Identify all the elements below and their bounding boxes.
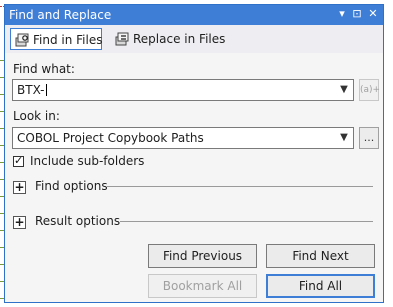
look-in-combobox[interactable]: COBOL Project Copybook Paths ▼ (12, 127, 354, 149)
dialog-title: Find and Replace (9, 8, 112, 22)
find-replace-dialog: Find and Replace ▾ ⊡ ✕ Find in Files Rep… (4, 4, 384, 303)
close-icon[interactable]: ✕ (366, 7, 380, 21)
find-next-button[interactable]: Find Next (266, 244, 375, 268)
tab-replace-in-files[interactable]: Replace in Files (111, 28, 225, 50)
find-what-value: BTX- (17, 83, 47, 97)
find-options-separator (107, 186, 373, 187)
look-in-label: Look in: (13, 109, 60, 123)
find-all-button[interactable]: Find All (266, 274, 375, 298)
include-subfolders-checkbox[interactable]: ✓ (13, 154, 24, 167)
find-options-expand-icon[interactable]: + (13, 181, 26, 194)
dock-icon[interactable]: ⊡ (350, 7, 364, 21)
chevron-down-icon[interactable]: ▼ (337, 83, 351, 97)
browse-button[interactable]: ... (359, 127, 379, 149)
dialog-content: Find what: BTX- ▼ (a)+ Look in: COBOL Pr… (5, 53, 383, 302)
checkmark-icon: ✓ (14, 154, 24, 167)
result-options-expand-icon[interactable]: + (13, 216, 26, 229)
find-previous-button[interactable]: Find Previous (148, 244, 257, 268)
tab-label: Replace in Files (133, 32, 226, 46)
tab-find-in-files[interactable]: Find in Files (10, 28, 103, 50)
bookmark-all-button[interactable]: Bookmark All (148, 274, 257, 298)
find-what-combobox[interactable]: BTX- ▼ (12, 79, 354, 101)
tab-strip: Find in Files Replace in Files (5, 25, 383, 55)
regex-builder-button[interactable]: (a)+ (359, 79, 380, 101)
result-options-label[interactable]: Result options (35, 214, 120, 228)
look-in-value: COBOL Project Copybook Paths (17, 131, 204, 145)
window-menu-dropdown-icon[interactable]: ▾ (335, 7, 349, 21)
tab-label: Find in Files (33, 33, 103, 47)
find-what-label: Find what: (13, 62, 75, 76)
dialog-titlebar[interactable]: Find and Replace ▾ ⊡ ✕ (5, 5, 383, 25)
result-options-separator (120, 221, 373, 222)
include-subfolders-label: Include sub-folders (30, 154, 145, 168)
find-options-label[interactable]: Find options (35, 179, 108, 193)
replace-in-files-icon (115, 31, 130, 46)
find-in-files-icon (15, 32, 30, 47)
chevron-down-icon[interactable]: ▼ (337, 131, 351, 145)
